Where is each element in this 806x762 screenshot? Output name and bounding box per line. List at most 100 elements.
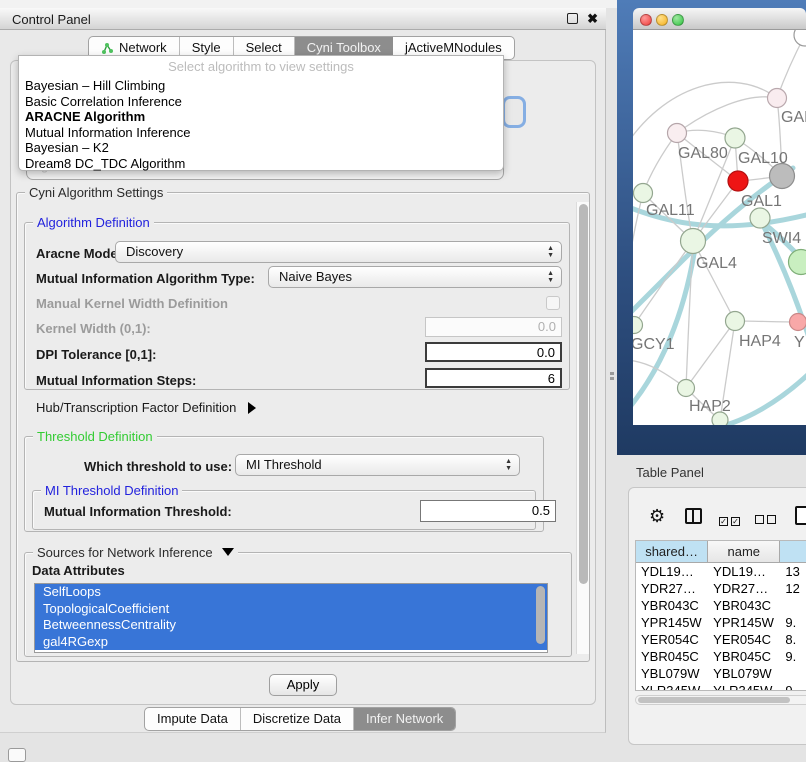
table-row[interactable]: YLR345WYLR345W9. <box>636 682 806 691</box>
table-row[interactable]: YBL079WYBL079W <box>636 665 806 682</box>
document-icon[interactable] <box>795 506 806 525</box>
tab-impute-data[interactable]: Impute Data <box>145 708 241 730</box>
node-label: Y <box>794 334 805 351</box>
network-node-swi4[interactable] <box>750 208 770 228</box>
attribute-item[interactable]: BetweennessCentrality <box>35 617 547 634</box>
aracne-mode-label: Aracne Mode: <box>36 246 122 261</box>
table-row[interactable]: YPR145WYPR145W9. <box>636 614 806 631</box>
control-panel-title: Control Panel <box>12 12 91 27</box>
table-cell: YBL079W <box>708 665 780 682</box>
algorithm-option[interactable]: Dream8 DC_TDC Algorithm <box>19 156 503 172</box>
network-edge[interactable] <box>643 133 677 193</box>
attribute-item[interactable]: TopologicalCoefficient <box>35 601 547 618</box>
combo-arrows-icon: ▲▼ <box>505 458 512 472</box>
table-cell: YDR27… <box>636 580 708 597</box>
table-row[interactable]: YDR27…YDR27…12 <box>636 580 806 597</box>
sources-group-title[interactable]: Sources for Network Inference <box>33 545 238 560</box>
table-row[interactable]: YER054CYER054C8. <box>636 631 806 648</box>
table-row[interactable]: YBR043CYBR043C <box>636 597 806 614</box>
which-threshold-value: MI Threshold <box>246 457 322 472</box>
network-node-gal10[interactable] <box>725 128 745 148</box>
tab-infer-network-label: Infer Network <box>366 708 443 730</box>
table-cell: YBL079W <box>636 665 708 682</box>
attribute-item[interactable]: gal4RGexp <box>35 634 547 651</box>
manual-kernel-checkbox[interactable] <box>546 296 560 310</box>
close-icon[interactable]: ✖ <box>587 11 598 27</box>
network-edge[interactable] <box>686 321 735 388</box>
column-header-name[interactable]: name <box>708 541 780 562</box>
zoom-traffic-light[interactable] <box>672 14 684 26</box>
gear-icon[interactable]: ⚙ <box>649 506 665 527</box>
table-hscrollbar-thumb[interactable] <box>638 697 790 703</box>
algorithm-combo-focus-ring[interactable] <box>502 96 526 128</box>
table-row[interactable]: YDL19…YDL19…13 <box>636 563 806 580</box>
table-row[interactable]: YBR045CYBR045C9. <box>636 648 806 665</box>
table-hscrollbar[interactable] <box>635 695 806 705</box>
network-edge[interactable] <box>634 241 693 325</box>
network-edge[interactable] <box>633 82 777 150</box>
which-threshold-combo[interactable]: MI Threshold ▲▼ <box>235 454 520 476</box>
table-cell: YLR345W <box>708 682 780 691</box>
tab-infer-network[interactable]: Infer Network <box>354 708 455 730</box>
algorithm-definition-title: Algorithm Definition <box>33 215 154 230</box>
network-node[interactable] <box>789 250 806 275</box>
mini-panel-icon[interactable] <box>8 748 26 762</box>
mi-type-combo[interactable]: Naive Bayes ▲▼ <box>268 266 562 288</box>
network-edge[interactable] <box>677 97 777 133</box>
algorithm-option[interactable]: Basic Correlation Inference <box>19 94 503 110</box>
network-edge[interactable] <box>686 241 693 388</box>
attribute-item[interactable]: SelfLoops <box>35 584 547 601</box>
network-node-gal4[interactable] <box>681 229 706 254</box>
network-node[interactable] <box>712 412 728 425</box>
close-traffic-light[interactable] <box>640 14 652 26</box>
screen: Control Panel ✖ Network Style Select <box>0 0 806 762</box>
kernel-width-field[interactable]: 0.0 <box>425 317 562 337</box>
float-icon[interactable] <box>567 13 578 24</box>
algorithm-option[interactable]: Bayesian – K2 <box>19 140 503 156</box>
hub-definition-toggle[interactable]: Hub/Transcription Factor Definition <box>36 400 256 415</box>
aracne-mode-combo[interactable]: Discovery ▲▼ <box>115 241 562 263</box>
table-cell: YER054C <box>636 631 708 648</box>
mi-threshold-field[interactable]: 0.5 <box>420 500 556 522</box>
split-columns-icon[interactable] <box>685 508 702 524</box>
deselect-all-columns-icon[interactable] <box>755 512 779 527</box>
node-label: HAP2 <box>689 398 731 415</box>
attributes-scrollbar-thumb[interactable] <box>536 586 545 644</box>
algorithm-dropdown-popup: Select algorithm to view settings Bayesi… <box>18 55 504 171</box>
kernel-width-label: Kernel Width (0,1): <box>36 321 151 336</box>
network-node-gal11[interactable] <box>634 184 653 203</box>
tab-discretize-data-label: Discretize Data <box>253 708 341 730</box>
bottom-tabs: Impute Data Discretize Data Infer Networ… <box>144 707 456 731</box>
table-cell: 8. <box>780 631 806 648</box>
network-node-hap2[interactable] <box>678 380 695 397</box>
network-edge[interactable] <box>693 241 735 321</box>
panel-divider-grip[interactable] <box>610 372 615 382</box>
unchecked-box-icon <box>767 515 776 524</box>
algorithm-option[interactable]: Bayesian – Hill Climbing <box>19 78 503 94</box>
settings-scrollbar[interactable] <box>576 202 589 654</box>
network-node-gal1[interactable] <box>728 171 748 191</box>
algorithm-option[interactable]: Mutual Information Inference <box>19 125 503 141</box>
network-node[interactable] <box>770 164 795 189</box>
column-header-shared[interactable]: shared… <box>636 541 708 562</box>
tab-discretize-data[interactable]: Discretize Data <box>241 708 354 730</box>
mi-steps-field[interactable]: 6 <box>425 368 562 388</box>
threshold-definition-title: Threshold Definition <box>33 429 157 444</box>
unchecked-box-icon <box>755 515 764 524</box>
network-node-gcy1[interactable] <box>633 317 643 334</box>
network-node-y[interactable] <box>790 314 806 331</box>
minimize-traffic-light[interactable] <box>656 14 668 26</box>
network-node-gal80[interactable] <box>668 124 687 143</box>
network-canvas[interactable]: GALGAL80GAL10GAL1GAL11SWI4GAL4HAP4YGCY1H… <box>633 30 806 425</box>
network-node-hap4[interactable] <box>726 312 745 331</box>
algorithm-option[interactable]: ARACNE Algorithm <box>19 109 503 125</box>
network-node[interactable] <box>794 30 806 46</box>
column-header-extra[interactable] <box>780 541 806 562</box>
dpi-tolerance-field[interactable]: 0.0 <box>425 342 562 362</box>
settings-scrollbar-thumb[interactable] <box>579 204 588 584</box>
apply-button[interactable]: Apply <box>269 674 337 696</box>
network-window-titlebar[interactable] <box>633 8 806 30</box>
table-panel-title: Table Panel <box>636 465 704 480</box>
select-all-columns-icon[interactable]: ✓✓ <box>719 512 743 527</box>
network-node-gal[interactable] <box>768 89 787 108</box>
